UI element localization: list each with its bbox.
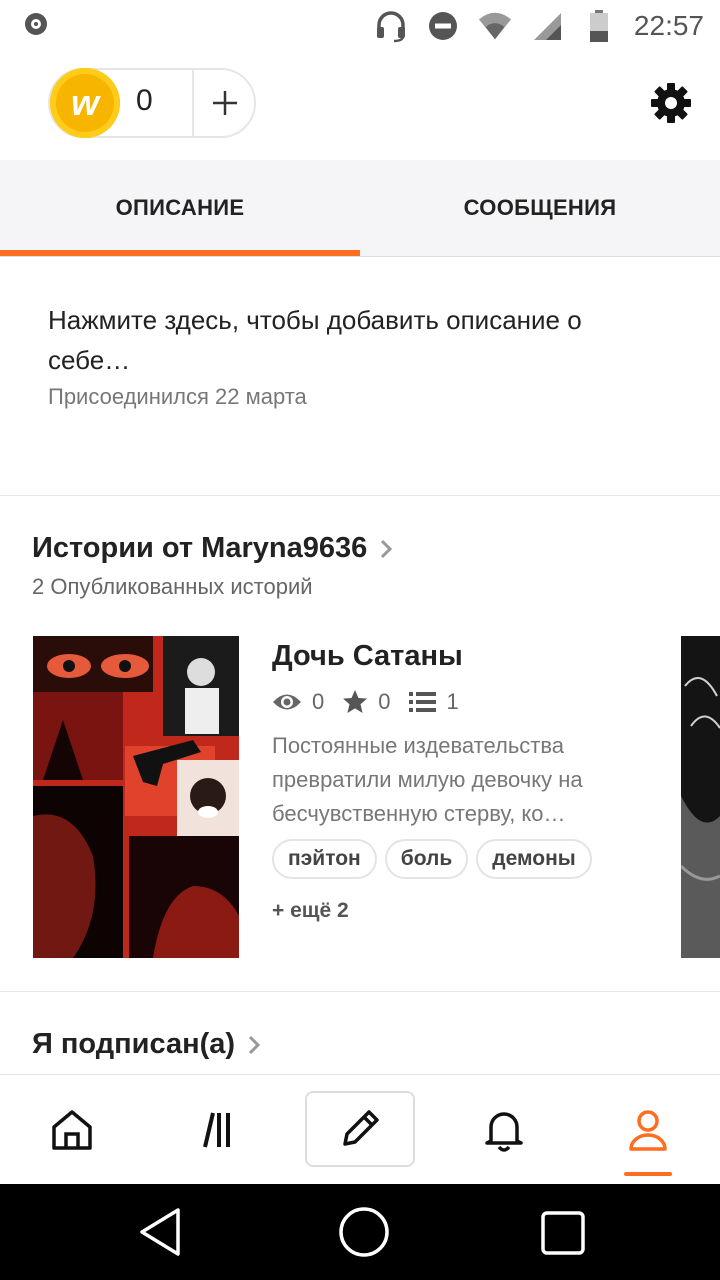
story-tags: пэйтон боль демоны — [272, 839, 652, 879]
tag-chip[interactable]: пэйтон — [272, 839, 377, 879]
home-icon — [52, 1110, 92, 1150]
nav-home[interactable] — [0, 1075, 144, 1185]
votes-count: 0 — [378, 689, 391, 714]
parts-stat: 1 — [408, 689, 459, 715]
settings-gear-icon[interactable] — [650, 82, 692, 124]
top-bar: w 0 — [0, 52, 720, 160]
signal-icon — [530, 9, 564, 43]
joined-date: Присоединился 22 марта — [48, 384, 307, 409]
following-section-title: Я подписан(а) — [32, 1028, 236, 1060]
tab-messages[interactable]: СООБЩЕНИЯ — [360, 160, 720, 256]
published-count: 2 Опубликованных историй — [32, 574, 313, 599]
following-section-header[interactable]: Я подписан(а) — [32, 1028, 261, 1061]
do-not-disturb-icon — [426, 9, 460, 43]
story-cover-2[interactable] — [681, 636, 720, 958]
add-description-prompt[interactable]: Нажмите здесь, чтобы добавить описание о… — [48, 300, 668, 380]
library-icon — [203, 1112, 230, 1148]
active-tab-indicator — [624, 1172, 672, 1176]
back-icon[interactable] — [136, 1206, 184, 1258]
about-section: Нажмите здесь, чтобы добавить описание о… — [48, 300, 668, 410]
status-bar: 22:57 — [0, 0, 720, 52]
views-stat: 0 — [272, 689, 324, 715]
nav-profile[interactable] — [576, 1075, 720, 1185]
list-icon — [408, 692, 436, 712]
eye-icon — [273, 694, 301, 710]
story-title[interactable]: Дочь Сатаны — [272, 640, 652, 673]
bottom-navigation — [0, 1074, 720, 1185]
votes-stat: 0 — [342, 689, 391, 715]
views-count: 0 — [312, 689, 325, 714]
tab-description[interactable]: ОПИСАНИЕ — [0, 160, 360, 256]
profile-icon — [629, 1110, 667, 1151]
story-cover[interactable] — [33, 636, 239, 958]
nav-library[interactable] — [144, 1075, 288, 1185]
tag-chip[interactable]: демоны — [476, 839, 592, 879]
tag-chip[interactable]: боль — [384, 839, 469, 879]
system-navigation-bar — [0, 1184, 720, 1280]
story-stats: 0 0 1 — [272, 689, 652, 715]
bell-icon — [485, 1112, 523, 1152]
pencil-icon — [343, 1110, 379, 1146]
coin-count: 0 — [136, 84, 153, 117]
coin-balance[interactable]: w 0 — [48, 68, 256, 138]
star-icon — [343, 690, 368, 713]
stories-section-header[interactable]: Истории от Maryna9636 — [32, 532, 393, 565]
stories-section-title: Истории от Maryna9636 — [32, 532, 368, 564]
clock: 22:57 — [633, 10, 704, 41]
home-button-icon[interactable] — [338, 1206, 390, 1258]
parts-count: 1 — [446, 689, 459, 714]
chevron-right-icon — [249, 1035, 261, 1054]
profile-tabs: ОПИСАНИЕ СООБЩЕНИЯ — [0, 160, 720, 257]
battery-icon — [582, 9, 616, 43]
story-card[interactable]: Дочь Сатаны 0 0 1 Постоянные издевательс… — [272, 640, 652, 923]
buy-coins-button[interactable] — [196, 70, 254, 136]
chevron-right-icon — [381, 539, 393, 558]
nav-notifications[interactable] — [432, 1075, 576, 1185]
nav-write[interactable] — [305, 1091, 415, 1167]
headset-icon — [374, 9, 408, 43]
coin-icon: w — [50, 68, 120, 138]
notification-dot-icon — [25, 13, 47, 35]
wifi-icon — [478, 9, 512, 43]
more-tags-link[interactable]: + ещё 2 — [272, 899, 652, 923]
story-description: Постоянные издевательства превратили мил… — [272, 733, 583, 826]
plus-icon — [213, 91, 237, 115]
recents-icon[interactable] — [540, 1210, 586, 1256]
